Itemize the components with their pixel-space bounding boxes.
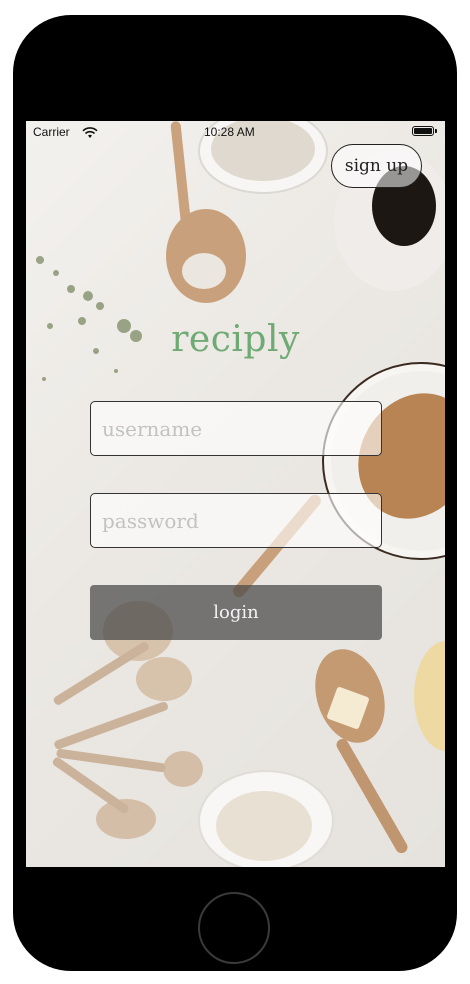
login-button[interactable]: login: [90, 585, 382, 640]
battery-cap: [435, 129, 437, 133]
clock-label: 10:28 AM: [204, 125, 255, 139]
app-screen: Carrier 10:28 AM sign up reciply login: [26, 121, 445, 867]
carrier-label: Carrier: [33, 125, 70, 139]
battery-icon: [412, 126, 434, 136]
password-field[interactable]: [90, 493, 382, 548]
username-input[interactable]: [91, 402, 381, 455]
app-logo-title: reciply: [171, 319, 300, 360]
home-button[interactable]: [198, 892, 270, 964]
password-input[interactable]: [91, 494, 381, 547]
wifi-icon: [82, 124, 98, 143]
status-bar: Carrier 10:28 AM: [26, 121, 445, 143]
username-field[interactable]: [90, 401, 382, 456]
sign-up-button[interactable]: sign up: [331, 144, 422, 188]
